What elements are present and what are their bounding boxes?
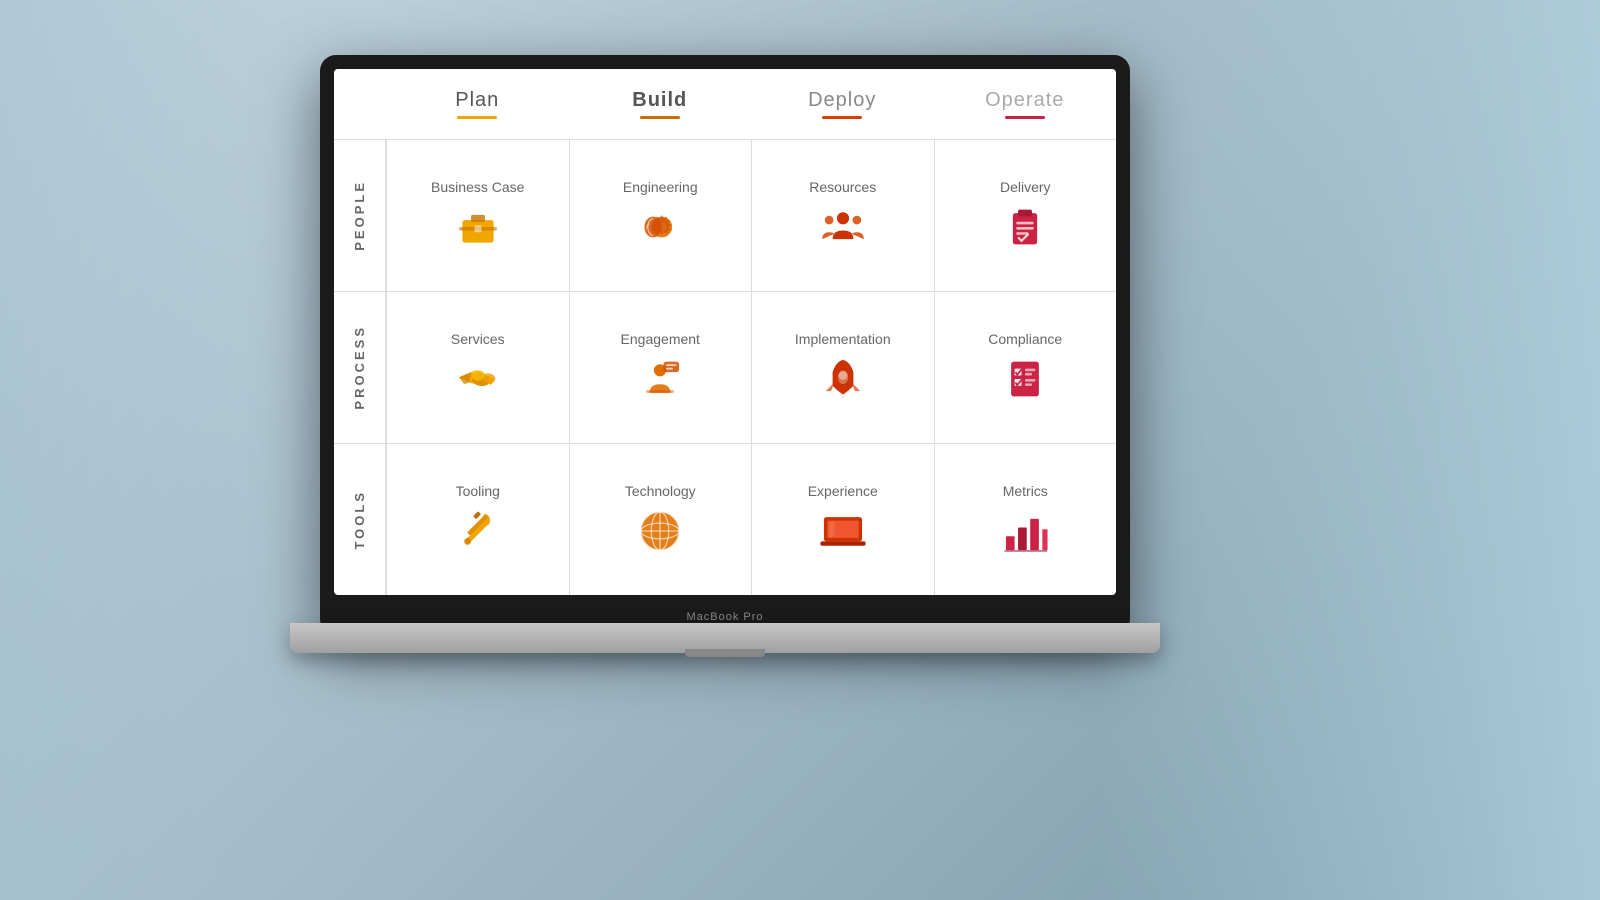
operate-underline: [1005, 116, 1045, 119]
col-header-build: Build: [569, 69, 752, 139]
cell-title-technology: Technology: [625, 483, 696, 499]
cell-process-operate: Compliance: [934, 291, 1117, 443]
col-operate-label: Operate: [985, 89, 1064, 112]
cell-process-build: Engagement: [569, 291, 752, 443]
cell-tools-operate: Metrics: [934, 443, 1117, 595]
person-right-overlay: [1100, 0, 1600, 900]
cell-title-engagement: Engagement: [621, 331, 700, 347]
row-label-process: PROCESS: [334, 291, 386, 443]
wrench-icon: [452, 505, 504, 557]
cell-process-deploy: Implementation: [751, 291, 934, 443]
cell-title-engineering: Engineering: [623, 179, 698, 195]
row-label-tools: TOOLS: [334, 443, 386, 595]
cell-process-plan: Services: [386, 291, 569, 443]
team-icon: [817, 201, 869, 253]
corner-cell: [334, 69, 386, 139]
globe-icon: [634, 505, 686, 557]
cell-people-operate: Delivery: [934, 139, 1117, 291]
tools-label: TOOLS: [352, 490, 367, 550]
handshake-icon: [452, 353, 504, 405]
plan-underline: [457, 116, 497, 119]
cell-title-implementation: Implementation: [795, 331, 891, 347]
laptop-base: [290, 623, 1160, 653]
col-deploy-label: Deploy: [808, 89, 876, 112]
gear-brain-icon: [634, 201, 686, 253]
laptop: Plan Build Deploy Operate PEOPLE: [320, 55, 1130, 635]
laptop-screen: Plan Build Deploy Operate PEOPLE: [334, 69, 1116, 595]
cell-title-business-case: Business Case: [431, 179, 524, 195]
presentation-icon: [634, 353, 686, 405]
laptop-bezel: Plan Build Deploy Operate PEOPLE: [320, 55, 1130, 635]
cell-tools-plan: Tooling: [386, 443, 569, 595]
deploy-underline: [822, 116, 862, 119]
col-header-operate: Operate: [934, 69, 1117, 139]
row-label-people: PEOPLE: [334, 139, 386, 291]
process-label: PROCESS: [352, 325, 367, 410]
cell-title-delivery: Delivery: [1000, 179, 1051, 195]
col-header-plan: Plan: [386, 69, 569, 139]
col-header-deploy: Deploy: [751, 69, 934, 139]
laptop-icon: [817, 505, 869, 557]
rocket-icon: [817, 353, 869, 405]
col-build-label: Build: [632, 89, 687, 112]
clipboard-icon: [999, 201, 1051, 253]
cell-tools-build: Technology: [569, 443, 752, 595]
cell-title-metrics: Metrics: [1003, 483, 1048, 499]
cell-people-deploy: Resources: [751, 139, 934, 291]
cell-people-plan: Business Case: [386, 139, 569, 291]
laptop-notch: [685, 649, 765, 657]
barchart-icon: [999, 505, 1051, 557]
briefcase-icon: [452, 201, 504, 253]
cell-title-compliance: Compliance: [988, 331, 1062, 347]
framework-grid: Plan Build Deploy Operate PEOPLE: [334, 69, 1116, 595]
cell-title-experience: Experience: [808, 483, 878, 499]
col-plan-label: Plan: [455, 89, 499, 112]
macbook-label: MacBook Pro: [686, 611, 763, 623]
cell-tools-deploy: Experience: [751, 443, 934, 595]
cell-title-tooling: Tooling: [456, 483, 500, 499]
cell-title-services: Services: [451, 331, 505, 347]
cell-title-resources: Resources: [809, 179, 876, 195]
checklist-icon: [999, 353, 1051, 405]
people-label: PEOPLE: [352, 180, 367, 251]
cell-people-build: Engineering: [569, 139, 752, 291]
build-underline: [640, 116, 680, 119]
